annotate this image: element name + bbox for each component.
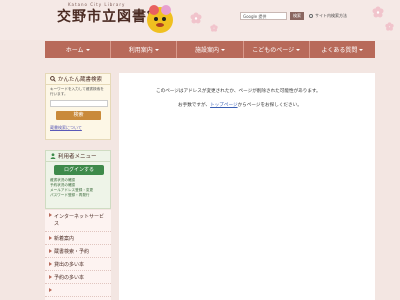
nav-guide[interactable]: 利用案内 bbox=[111, 41, 178, 58]
easy-search-instruction: キーワードを入力して蔵書検索を行います。 bbox=[50, 87, 104, 96]
bullet-icon bbox=[49, 275, 52, 279]
nav-facility[interactable]: 施設案内 bbox=[177, 41, 244, 58]
nav-kids[interactable]: こどものページ bbox=[244, 41, 310, 58]
main-nav: ホーム 利用案内 施設案内 こどものページ よくある質問 bbox=[45, 41, 375, 58]
chevron-down-icon bbox=[154, 48, 159, 51]
sidebar-item-label: 新着案内 bbox=[54, 235, 75, 242]
site-search-input[interactable]: Google 提供 bbox=[240, 12, 287, 20]
nav-label: 施設案内 bbox=[195, 47, 220, 54]
bullet-icon bbox=[49, 213, 52, 217]
login-button[interactable]: ログインする bbox=[54, 165, 104, 175]
nav-label: よくある質問 bbox=[321, 47, 358, 54]
sidebar: かんたん蔵書検索 キーワードを入力して蔵書検索を行います。 検索 蔵書検索につい… bbox=[45, 73, 111, 300]
search-help-link[interactable]: 蔵書検索について bbox=[46, 124, 110, 132]
nav-label: 利用案内 bbox=[128, 47, 153, 54]
flower-icon bbox=[372, 6, 384, 18]
user-menu-title: 利用者メニュー bbox=[58, 154, 97, 160]
nav-label: ホーム bbox=[65, 47, 84, 54]
easy-search-input[interactable] bbox=[50, 100, 108, 107]
sidebar-item-label: 予約の多い本 bbox=[54, 274, 85, 281]
sidebar-item-label: 貸出の多い本 bbox=[54, 261, 85, 268]
chevron-down-icon bbox=[221, 48, 226, 51]
guidance-prefix: お手数ですが、 bbox=[178, 103, 211, 108]
nav-label: こどものページ bbox=[252, 47, 295, 54]
top-page-link[interactable]: トップページ bbox=[210, 103, 237, 108]
flower-icon bbox=[190, 12, 202, 24]
easy-search-title: かんたん蔵書検索 bbox=[58, 77, 103, 83]
sidebar-item-internet-service[interactable]: インターネットサービス bbox=[45, 210, 111, 232]
sidebar-item-catalog-search[interactable]: 蔵書検索・予約 bbox=[45, 245, 111, 258]
chevron-down-icon bbox=[85, 48, 90, 51]
chevron-down-icon bbox=[296, 48, 301, 51]
easy-search-header: かんたん蔵書検索 bbox=[46, 74, 110, 85]
chevron-down-icon bbox=[359, 48, 364, 51]
sidebar-item-most-borrowed[interactable]: 貸出の多い本 bbox=[45, 258, 111, 271]
search-method-label[interactable]: サイト内検索方法 bbox=[315, 13, 347, 19]
mascot-icon bbox=[147, 5, 173, 33]
sidebar-item-label: 蔵書検索・予約 bbox=[54, 248, 90, 255]
nav-faq[interactable]: よくある質問 bbox=[310, 41, 375, 58]
flower-icon bbox=[385, 22, 394, 31]
sidebar-menu: インターネットサービス 新着案内 蔵書検索・予約 貸出の多い本 予約の多い本 bbox=[45, 210, 111, 300]
site-header: Katano City Library 交野市立図書館 Google 提供 検索… bbox=[0, 0, 400, 40]
site-search-button[interactable]: 検索 bbox=[290, 12, 304, 20]
user-menu-box: 利用者メニュー ログインする 蔵書状況の確認 予約状況の確認 メールアドレス登録… bbox=[45, 150, 111, 209]
nav-home[interactable]: ホーム bbox=[45, 41, 112, 58]
sidebar-item-more[interactable] bbox=[45, 284, 111, 297]
not-found-message: このページはアドレスが変更されたか、ページが削除された可能性があります。 bbox=[156, 89, 321, 94]
user-menu-header: 利用者メニュー bbox=[46, 151, 110, 162]
user-icon bbox=[50, 153, 56, 159]
sidebar-item-most-reserved[interactable]: 予約の多い本 bbox=[45, 271, 111, 284]
user-menu-link[interactable]: パスワード登録・再発行 bbox=[50, 193, 106, 198]
flower-icon bbox=[210, 24, 218, 32]
bullet-icon bbox=[49, 262, 52, 266]
easy-search-box: かんたん蔵書検索 キーワードを入力して蔵書検索を行います。 検索 蔵書検索につい… bbox=[45, 73, 111, 140]
bullet-icon bbox=[49, 236, 52, 240]
search-method-radio[interactable] bbox=[309, 14, 313, 18]
sidebar-item-new-arrivals[interactable]: 新着案内 bbox=[45, 232, 111, 245]
bullet-icon bbox=[49, 249, 52, 253]
not-found-guidance: お手数ですが、トップページからページをお探しください。 bbox=[178, 102, 302, 108]
sidebar-item-label: インターネットサービス bbox=[54, 214, 105, 227]
bullet-icon bbox=[49, 288, 52, 292]
search-icon bbox=[50, 76, 56, 82]
user-menu-links: 蔵書状況の確認 予約状況の確認 メールアドレス登録・変更 パスワード登録・再発行 bbox=[46, 178, 110, 198]
guidance-suffix: からページをお探しください。 bbox=[237, 103, 302, 108]
main-content: このページはアドレスが変更されたか、ページが削除された可能性があります。 お手数… bbox=[119, 73, 375, 300]
easy-search-button[interactable]: 検索 bbox=[56, 111, 101, 120]
